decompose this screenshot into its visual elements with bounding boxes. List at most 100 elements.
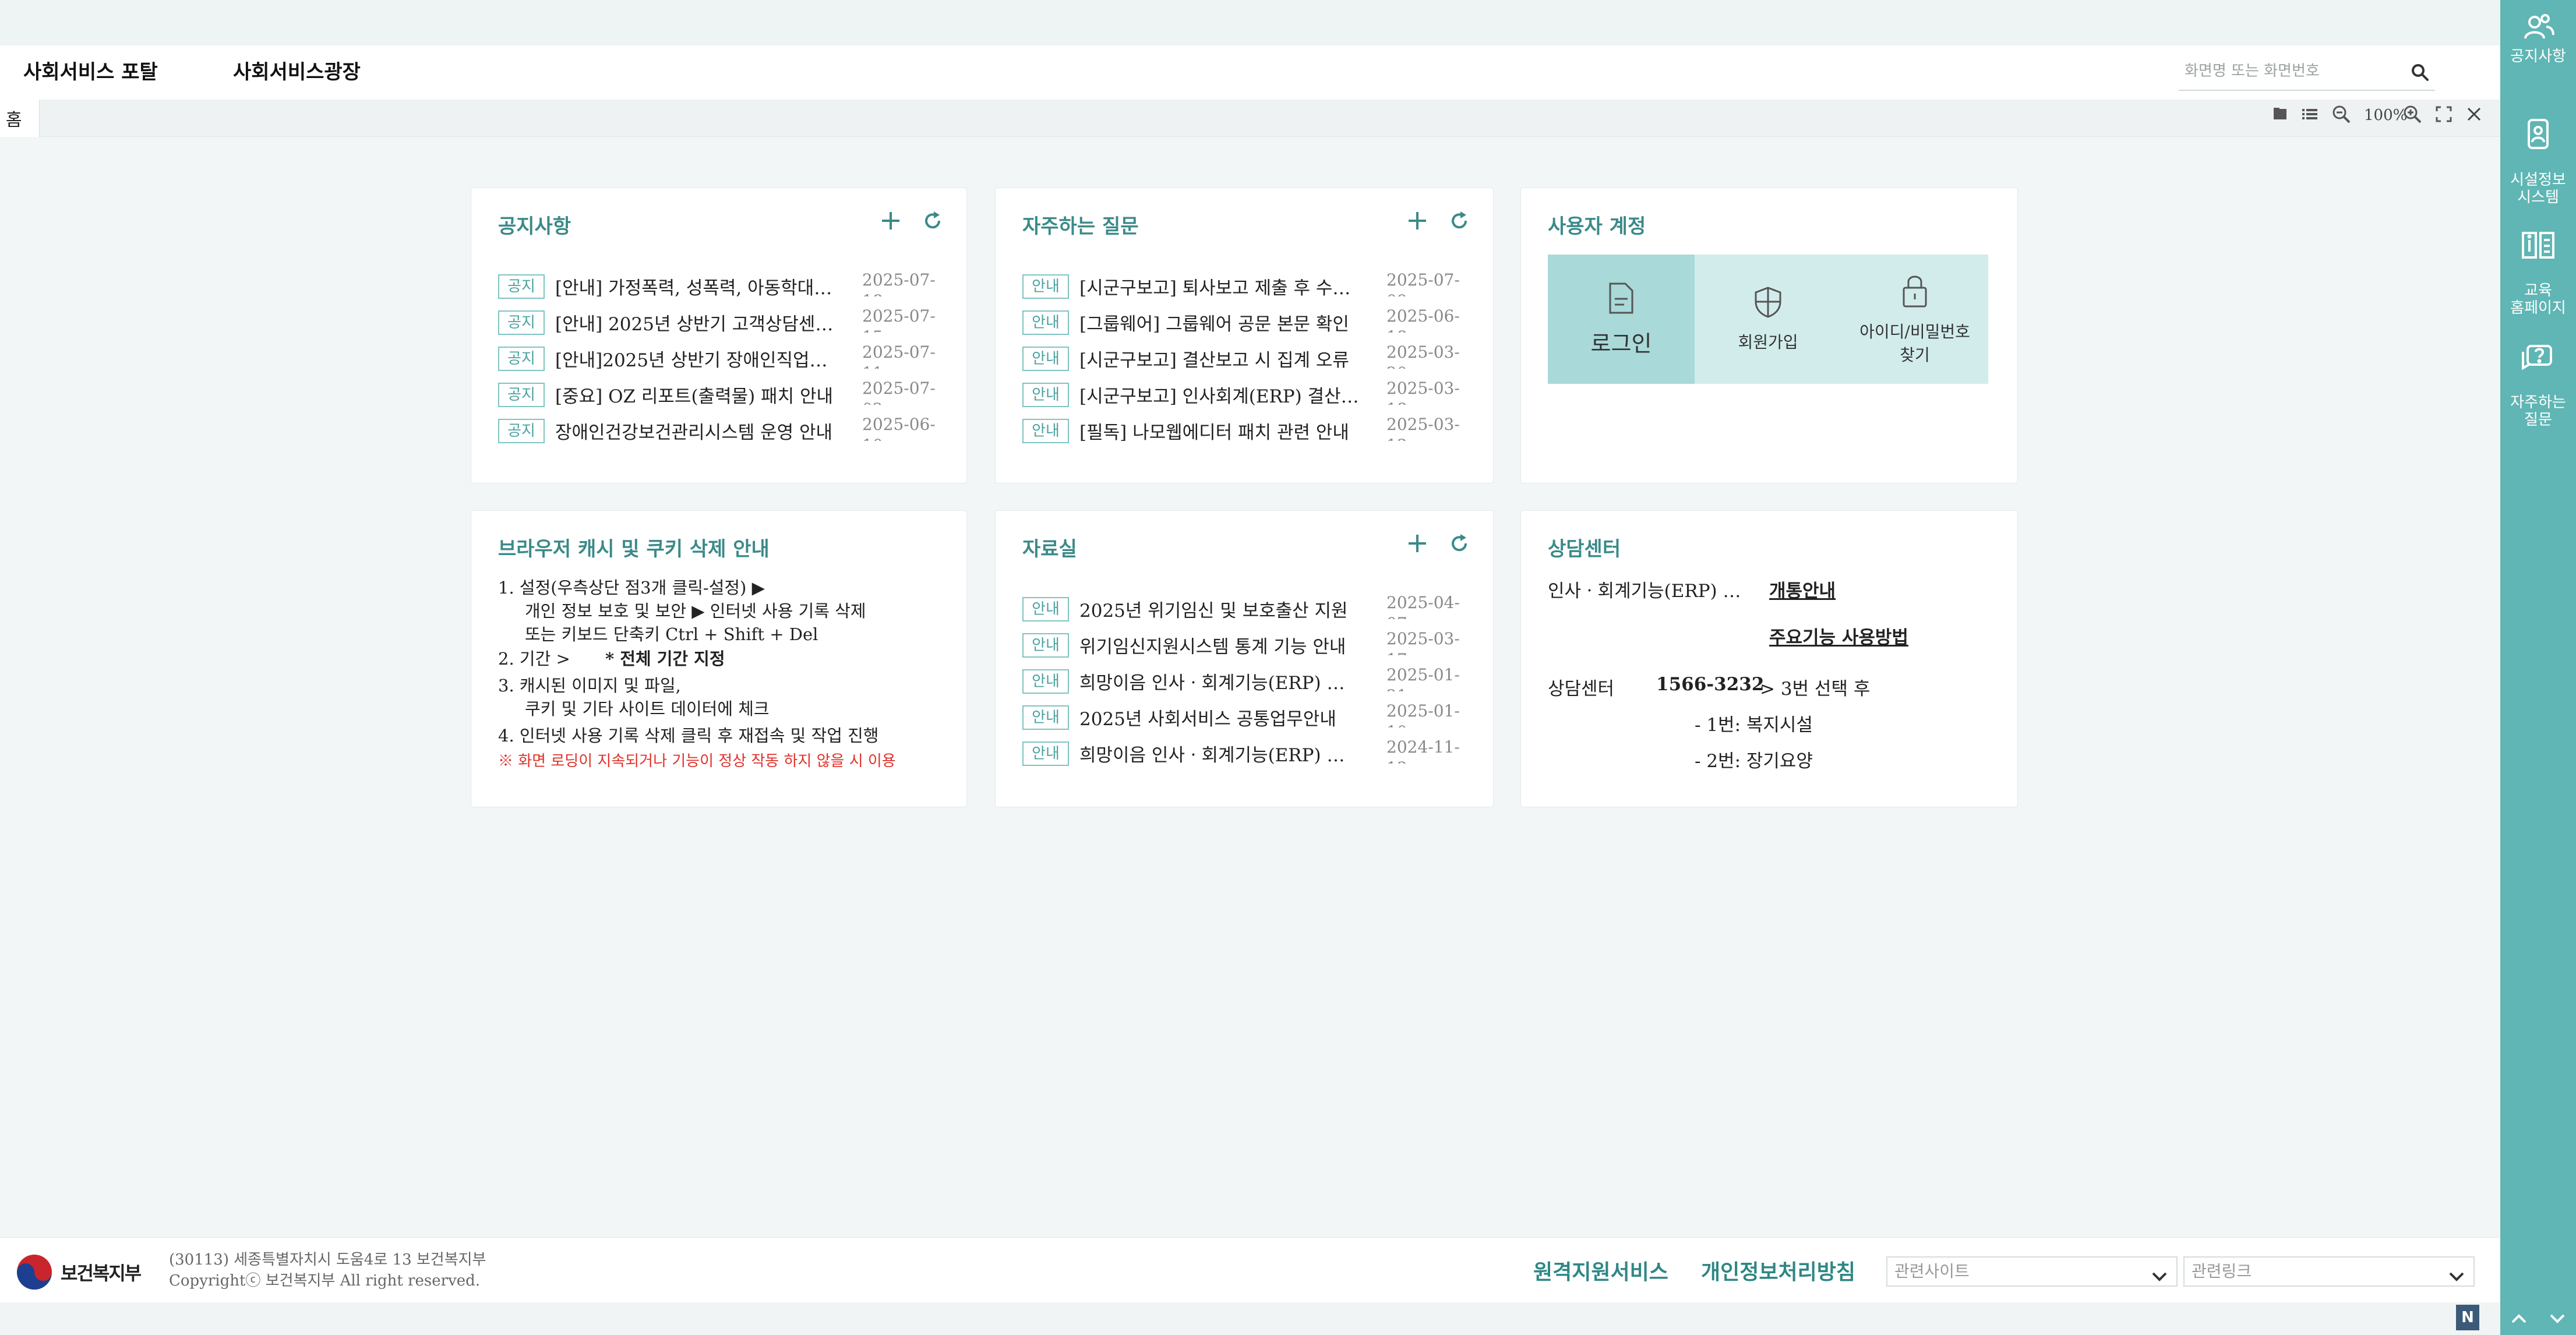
nav-square-link[interactable]: 사회서비스광장 xyxy=(233,56,361,84)
usage-guide-link[interactable]: 주요기능 사용방법 xyxy=(1769,623,1908,649)
refresh-icon[interactable] xyxy=(1449,210,1470,234)
guide-step-2: 2. 기간 > xyxy=(498,649,570,669)
scroll-up-button[interactable] xyxy=(2500,1302,2538,1335)
archive-card: 자료실 안내2025년 위기임신 및 보호출산 지원2025-04-07 안내위… xyxy=(995,510,1494,807)
fullscreen-icon[interactable] xyxy=(2435,105,2453,125)
close-icon[interactable] xyxy=(2465,105,2483,125)
item-title: 2025년 사회서비스 공통업무안내 xyxy=(1079,709,1336,730)
list-item[interactable]: 안내 [시군구보고] 퇴사보고 제출 후 수정 방법 2025-07-09 xyxy=(1022,270,1460,300)
sidebar-item-education[interactable]: 교육 홈페이지 xyxy=(2500,210,2576,317)
item-title: 장애인건강보건관리시스템 운영 안내 xyxy=(555,422,833,443)
cache-guide-card: 브라우저 캐시 및 쿠키 삭제 안내 1. 설정(우측상단 점3개 클릭-설정)… xyxy=(471,510,967,807)
related-links-value: 관련링크 xyxy=(2192,1262,2252,1281)
chevron-up-icon xyxy=(2511,1314,2526,1323)
n-badge[interactable]: N xyxy=(2456,1305,2479,1330)
related-links-select[interactable]: 관련링크 xyxy=(2183,1256,2475,1287)
sidebar-item-label: 시설정보 시스템 xyxy=(2510,171,2566,206)
list-item[interactable]: 안내 [그룹웨어] 그룹웨어 공문 본문 확인 2025-06-18 xyxy=(1022,306,1460,336)
card-actions xyxy=(1407,533,1470,556)
list-item[interactable]: 안내 2025년 위기임신 및 보호출산 지원 2025-04-07 xyxy=(1022,592,1460,623)
item-date: 2025-03-20 xyxy=(1386,342,1460,369)
list-item[interactable]: 안내 희망이음 인사ㆍ회계기능(ERP) 매뉴얼 2024-11-13 xyxy=(1022,737,1460,767)
sidebar-item-faq[interactable]: 자주하는 질문 xyxy=(2500,322,2576,429)
chevron-down-icon xyxy=(2448,1265,2465,1292)
find-account-button[interactable]: 아이디/비밀번호 찾기 xyxy=(1841,255,1988,384)
open-guide-link[interactable]: 개통안내 xyxy=(1769,576,1836,602)
shield-icon xyxy=(1755,287,1781,318)
notice-badge: 공지 xyxy=(498,310,545,335)
list-item[interactable]: 안내 희망이음 인사ㆍ회계기능(ERP) 안내 2025-01-21 xyxy=(1022,665,1460,695)
privacy-policy-link[interactable]: 개인정보처리방침 xyxy=(1701,1255,1855,1285)
guide-step-4: 4. 인터넷 사용 기록 삭제 클릭 후 재접속 및 작업 진행 xyxy=(498,726,879,746)
item-date: 2025-03-17 xyxy=(1386,629,1460,655)
guide-step-2-value: * 전체 기간 지정 xyxy=(605,649,725,669)
scroll-down-button[interactable] xyxy=(2539,1302,2576,1335)
notice-badge: 안내 xyxy=(1022,705,1069,730)
login-label: 로그인 xyxy=(1590,330,1652,356)
top-strip xyxy=(0,0,2500,45)
remote-support-link[interactable]: 원격지원서비스 xyxy=(1533,1255,1668,1285)
item-title: [안내] 가정폭력, 성폭력, 아동학대 피해자 지원 xyxy=(555,278,835,299)
item-date: 2025-03-13 xyxy=(1386,415,1460,441)
item-title: 희망이음 인사ㆍ회계기능(ERP) 안내 xyxy=(1079,673,1359,694)
zoom-in-icon[interactable] xyxy=(2402,104,2422,126)
list-item[interactable]: 공지 [안내] 2025년 상반기 고객상담센터 운영 2025-07-15 xyxy=(498,306,936,336)
plus-icon[interactable] xyxy=(1407,210,1428,234)
search-box xyxy=(2179,54,2435,91)
sidebar-item-facility[interactable]: 시설정보 시스템 xyxy=(2500,99,2576,206)
nav-portal-link[interactable]: 사회서비스 포탈 xyxy=(23,56,158,84)
warning-text: ※ 화면 로딩이 지속되거나 기능이 정상 작동 하지 않을 시 이용 xyxy=(498,753,896,770)
plus-icon[interactable] xyxy=(880,210,901,234)
refresh-icon[interactable] xyxy=(922,210,943,234)
notice-badge: 안내 xyxy=(1022,669,1069,694)
plus-icon[interactable] xyxy=(1407,533,1428,556)
zoom-out-icon[interactable] xyxy=(2331,104,2351,126)
related-sites-value: 관련사이트 xyxy=(1894,1262,1970,1281)
option-1: - 1번: 복지시설 xyxy=(1695,715,1813,736)
signup-button[interactable]: 회원가입 xyxy=(1695,255,1841,384)
center-label: 상담센터 xyxy=(1548,679,1615,700)
tab-bar: 홈 100% xyxy=(0,100,2500,137)
account-buttons: 로그인 회원가입 아이디/비밀번호 찾기 xyxy=(1548,255,1988,384)
item-title: [중요] OZ 리포트(출력물) 패치 안내 xyxy=(555,386,833,407)
notice-badge: 공지 xyxy=(498,383,545,407)
card-title: 브라우저 캐시 및 쿠키 삭제 안내 xyxy=(498,538,770,561)
find-account-label: 아이디/비밀번호 찾기 xyxy=(1859,322,1970,365)
notice-badge: 안내 xyxy=(1022,419,1069,443)
list-item[interactable]: 안내 [필독] 나모웹에디터 패치 관련 안내 2025-03-13 xyxy=(1022,414,1460,444)
item-date: 2025-07-18 xyxy=(862,270,936,296)
item-date: 2025-01-21 xyxy=(1386,665,1460,691)
user-group-icon xyxy=(2524,14,2554,39)
guide-step-1: 1. 설정(우측상단 점3개 클릭-설정) ▶ xyxy=(498,578,765,598)
search-icon[interactable] xyxy=(2411,63,2429,84)
bookmark-icon[interactable] xyxy=(2272,106,2288,125)
list-item[interactable]: 안내 위기임신지원시스템 통계 기능 안내 2025-03-17 xyxy=(1022,628,1460,659)
refresh-icon[interactable] xyxy=(1449,533,1470,556)
item-date: 2025-06-10 xyxy=(862,415,936,441)
notice-badge: 안내 xyxy=(1022,347,1069,371)
list-item[interactable]: 공지 장애인건강보건관리시스템 운영 안내 2025-06-10 xyxy=(498,414,936,444)
guide-step-3: 3. 캐시된 이미지 및 파일, xyxy=(498,676,681,695)
related-sites-select[interactable]: 관련사이트 xyxy=(1886,1256,2178,1287)
consult-card: 상담센터 인사ㆍ회계기능(ERP) … 개통안내 주요기능 사용방법 상담센터 … xyxy=(1520,510,2018,807)
item-title: [그룹웨어] 그룹웨어 공문 본문 확인 xyxy=(1079,314,1349,335)
list-icon[interactable] xyxy=(2301,106,2319,125)
chevron-down-icon xyxy=(2550,1314,2565,1323)
sidebar-item-notices[interactable]: 공지사항 xyxy=(2500,10,2576,65)
phone-instruction: > 3번 선택 후 xyxy=(1760,679,1871,700)
right-sidebar: 공지사항 시설정보 시스템 교육 홈페이지 자주하는 질문 xyxy=(2500,0,2576,1335)
login-button[interactable]: 로그인 xyxy=(1548,255,1695,384)
search-input[interactable] xyxy=(2179,54,2400,89)
card-title: 자주하는 질문 xyxy=(1022,215,1139,238)
item-title: 희망이음 인사ㆍ회계기능(ERP) 매뉴얼 xyxy=(1079,745,1359,766)
card-title: 상담센터 xyxy=(1548,538,1621,561)
id-card-icon xyxy=(2528,119,2549,149)
list-item[interactable]: 안내 [시군구보고] 인사회계(ERP) 결산 보고 2025-03-18 xyxy=(1022,378,1460,408)
list-item[interactable]: 안내 [시군구보고] 결산보고 시 집계 오류 2025-03-20 xyxy=(1022,342,1460,372)
list-item[interactable]: 공지 [안내] 가정폭력, 성폭력, 아동학대 피해자 지원 2025-07-18 xyxy=(498,270,936,300)
list-item[interactable]: 공지 [안내]2025년 상반기 장애인직업재활시설 2025-07-11 xyxy=(498,342,936,372)
tab-home[interactable]: 홈 xyxy=(0,100,40,137)
list-item[interactable]: 공지 [중요] OZ 리포트(출력물) 패치 안내 2025-07-02 xyxy=(498,378,936,408)
list-item[interactable]: 안내 2025년 사회서비스 공통업무안내 2025-01-10 xyxy=(1022,701,1460,731)
guide-step-3-detail: 쿠키 및 기타 사이트 데이터에 체크 xyxy=(525,699,770,719)
